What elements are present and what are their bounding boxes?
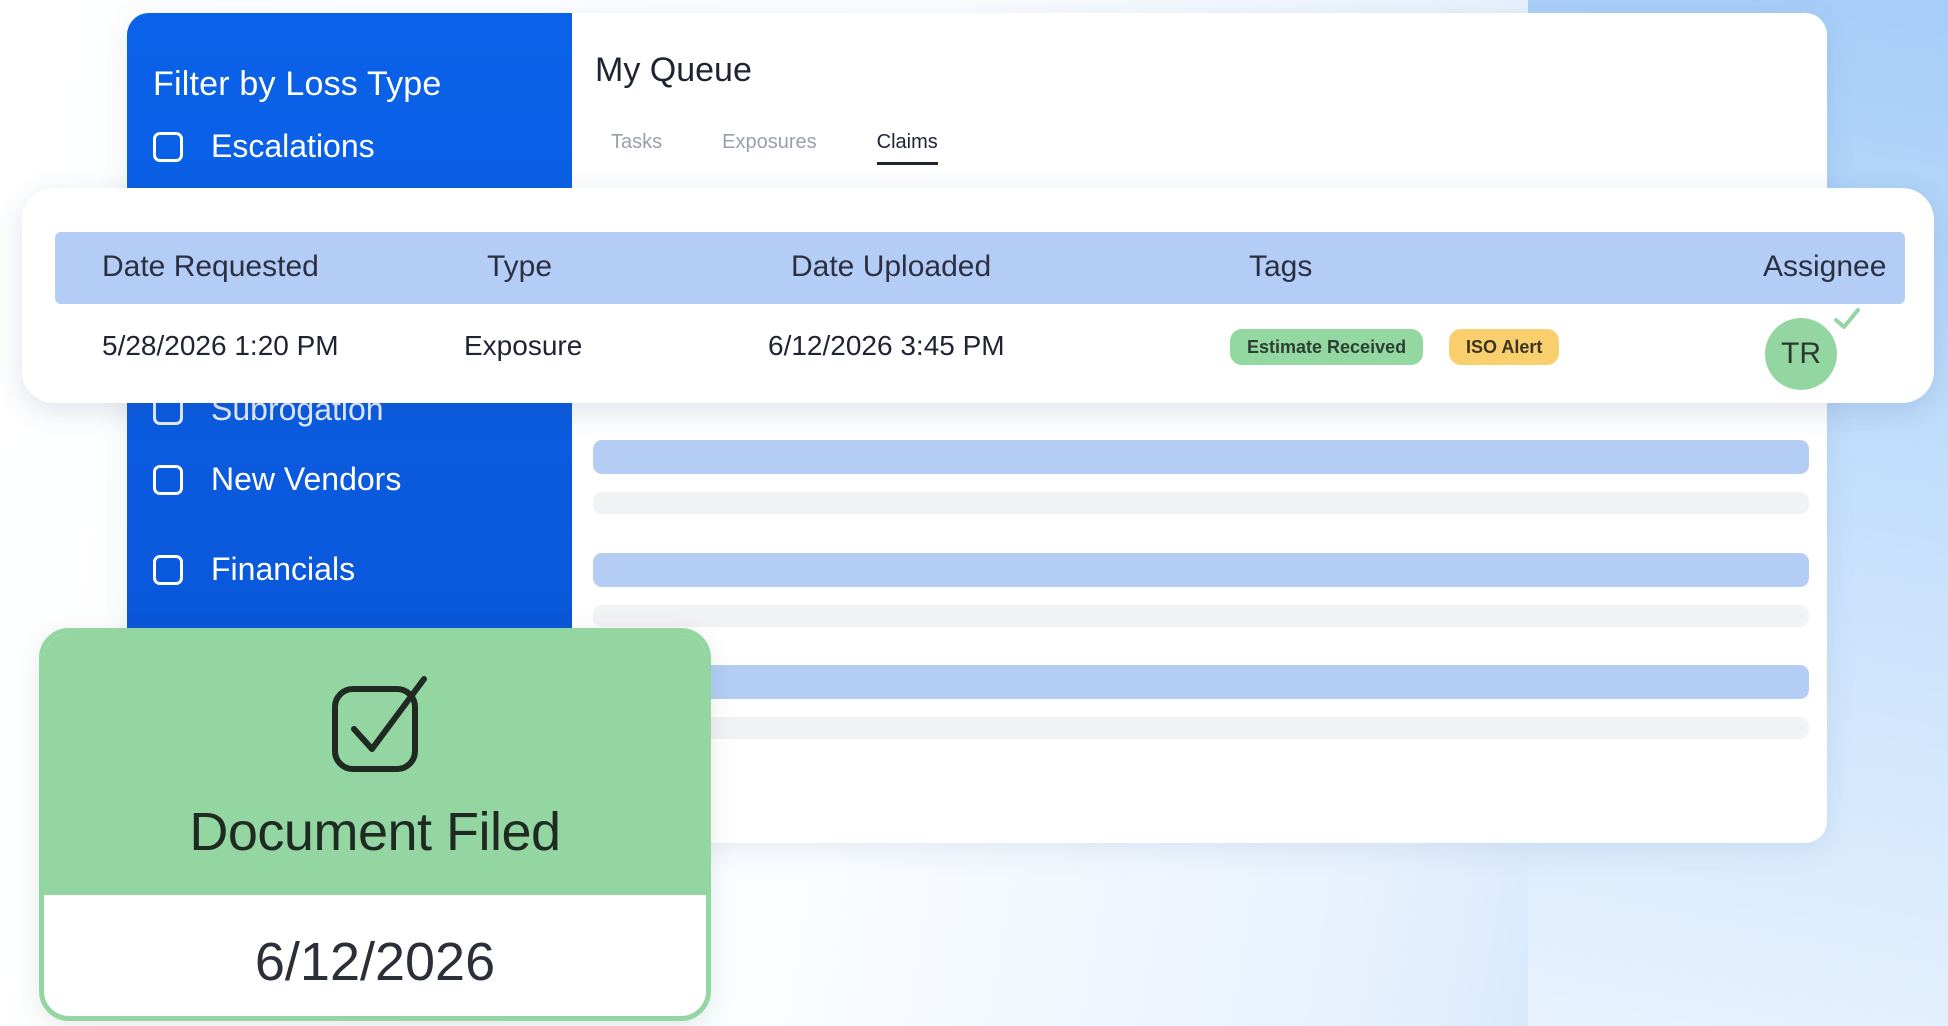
check-icon: [1834, 308, 1860, 329]
column-header-tags[interactable]: Tags: [1249, 250, 1312, 284]
placeholder-row: [593, 605, 1809, 627]
column-header-assignee[interactable]: Assignee: [1763, 250, 1886, 284]
tab-tasks[interactable]: Tasks: [611, 131, 662, 165]
filter-item-new-vendors[interactable]: New Vendors: [153, 461, 401, 498]
cell-date-uploaded: 6/12/2026 3:45 PM: [768, 330, 1005, 361]
claims-table-card: Date Requested Type Date Uploaded Tags A…: [22, 188, 1934, 403]
cell-type: Exposure: [464, 330, 583, 361]
filter-item-label: Financials: [211, 551, 356, 587]
checkbox-icon[interactable]: [153, 554, 183, 585]
queue-tabs: Tasks Exposures Claims: [611, 131, 998, 165]
checkbox-icon[interactable]: [153, 464, 183, 495]
checkbox-check-icon: [332, 676, 427, 772]
filter-item-label: New Vendors: [211, 461, 402, 497]
column-header-type[interactable]: Type: [487, 250, 552, 284]
placeholder-row: [593, 553, 1809, 587]
sidebar-title: Filter by Loss Type: [153, 65, 442, 103]
document-filed-card: Document Filed 6/12/2026: [39, 628, 711, 1021]
assignee-avatar[interactable]: TR: [1765, 318, 1837, 390]
filter-item-escalations[interactable]: Escalations: [153, 128, 375, 165]
tag-estimate-received[interactable]: Estimate Received: [1230, 329, 1424, 365]
page-title: My Queue: [595, 51, 752, 89]
filter-item-label: Escalations: [211, 128, 375, 164]
placeholder-row: [593, 717, 1809, 739]
document-filed-date: 6/12/2026: [254, 932, 496, 992]
cell-date-requested: 5/28/2026 1:20 PM: [102, 330, 339, 361]
document-filed-title: Document Filed: [189, 802, 561, 862]
placeholder-row: [593, 440, 1809, 474]
checkbox-icon[interactable]: [153, 131, 183, 162]
tab-exposures[interactable]: Exposures: [722, 131, 817, 165]
document-filed-header: Document Filed: [44, 633, 706, 895]
tag-iso-alert[interactable]: ISO Alert: [1449, 329, 1560, 365]
column-header-date-uploaded[interactable]: Date Uploaded: [791, 250, 991, 284]
placeholder-row: [593, 665, 1809, 699]
tab-claims[interactable]: Claims: [876, 131, 938, 165]
table-header: Date Requested Type Date Uploaded Tags A…: [55, 232, 1905, 304]
column-header-date-requested[interactable]: Date Requested: [102, 250, 319, 284]
filter-item-financials[interactable]: Financials: [153, 551, 355, 588]
placeholder-row: [593, 492, 1809, 514]
